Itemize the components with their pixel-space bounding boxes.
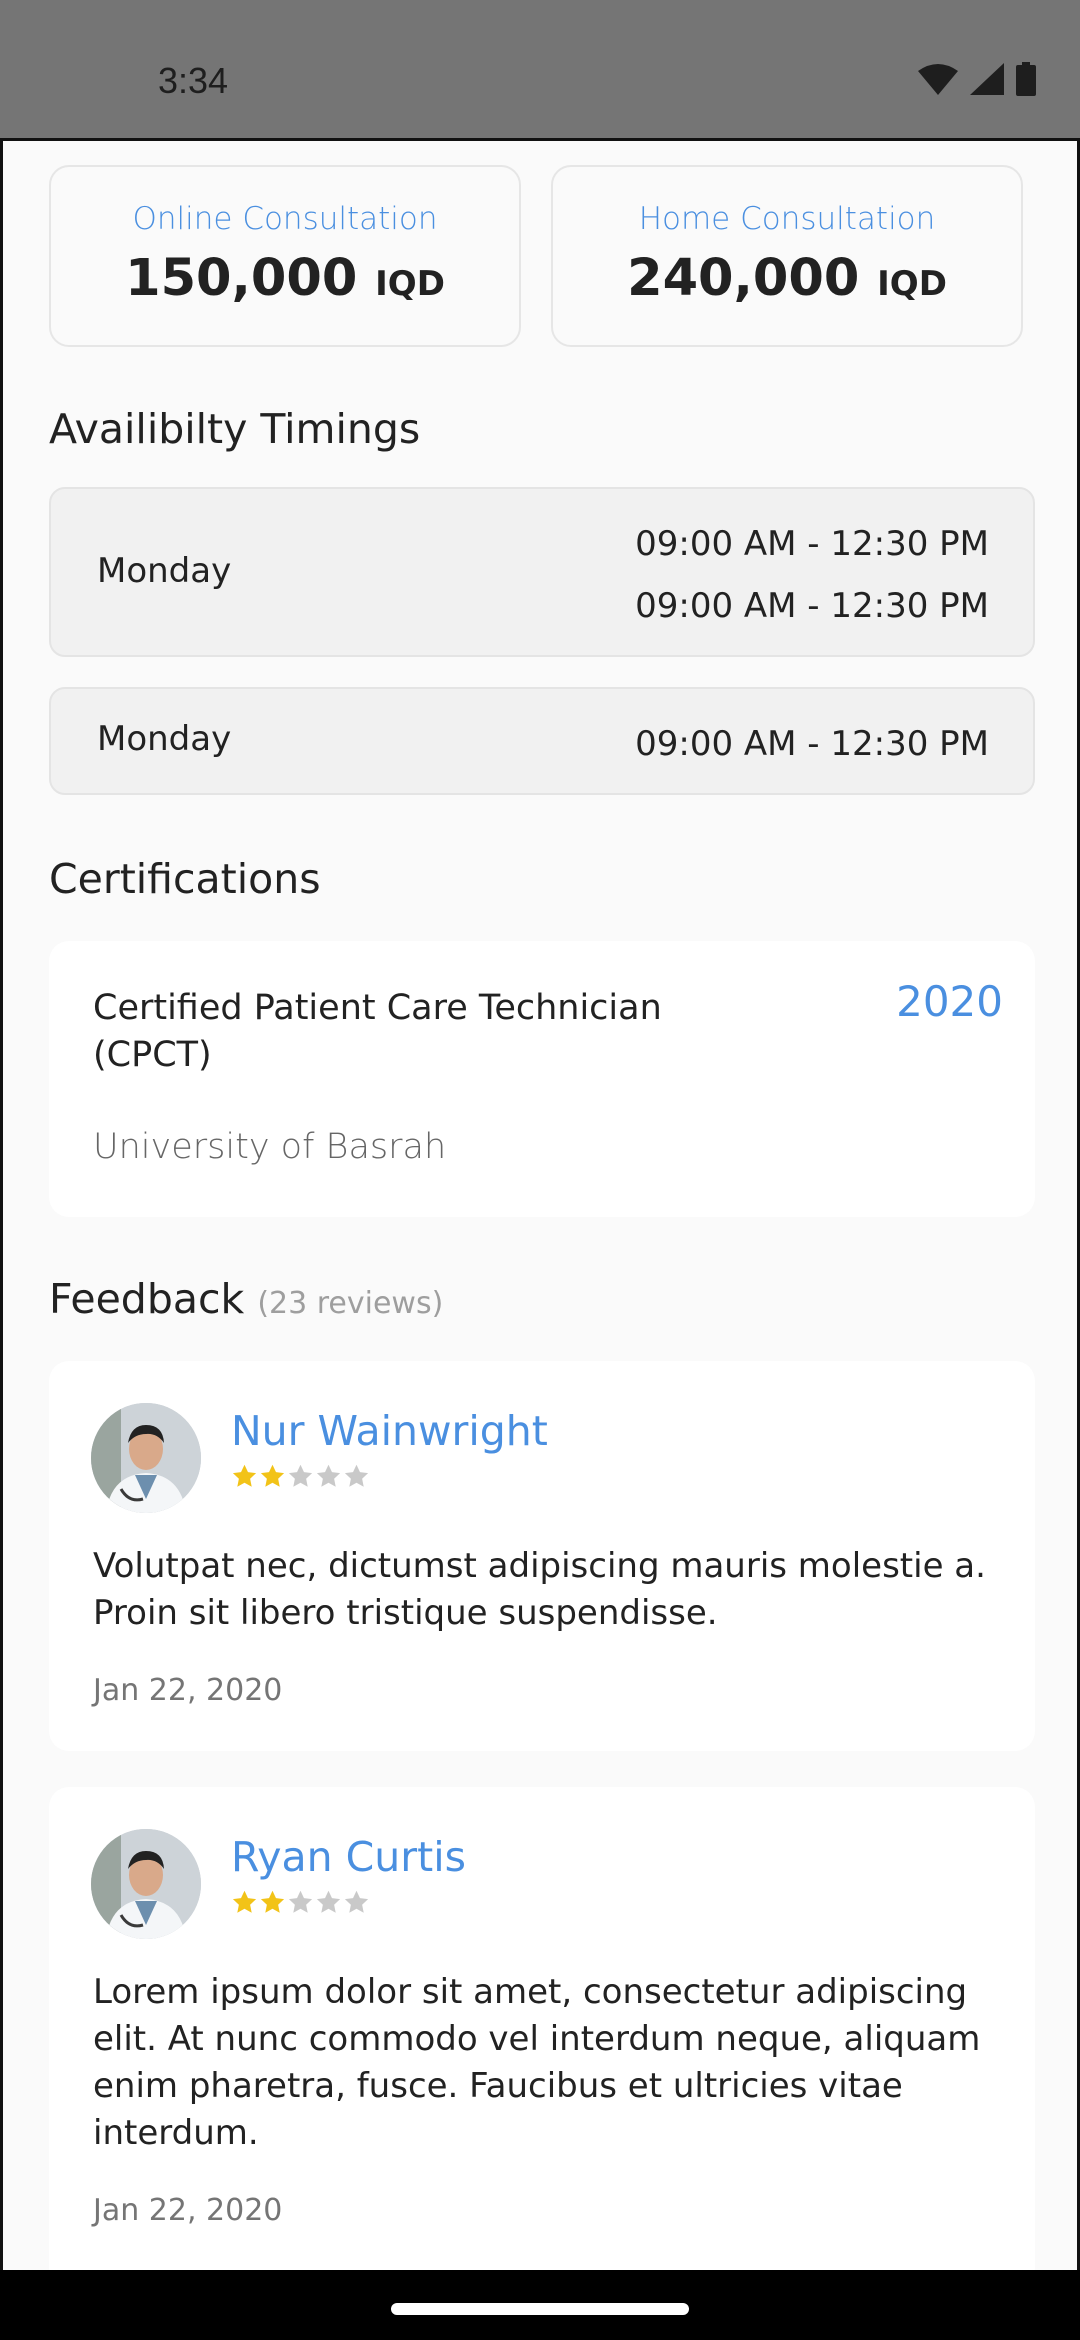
availability-title: Availibilty Timings (49, 405, 421, 453)
doctor-profile-screen[interactable]: Online Consultation 150,000 IQD Home Con… (0, 138, 1080, 2270)
certifications-title: Certifications (49, 855, 321, 903)
consultation-price: 150,000 IQD (125, 249, 445, 308)
availability-day: Monday (97, 551, 232, 591)
status-icons (918, 62, 1036, 96)
star-icon (316, 1464, 341, 1487)
rating-stars (231, 1463, 370, 1490)
reviewer-name[interactable]: Nur Wainwright (231, 1407, 548, 1455)
avatar[interactable] (91, 1403, 201, 1513)
availability-row: Monday 09:00 AM - 12:30 PM 09:00 AM - 12… (49, 487, 1035, 657)
time-slot: 09:00 AM - 12:30 PM (635, 524, 989, 564)
review-date: Jan 22, 2020 (93, 1673, 283, 1708)
star-icon (316, 1890, 341, 1913)
feedback-title-text: Feedback (49, 1275, 245, 1323)
time-slot: 09:00 AM - 12:30 PM (635, 724, 989, 764)
home-consultation-card[interactable]: Home Consultation 240,000 IQD (551, 165, 1023, 347)
consultation-price: 240,000 IQD (627, 249, 947, 308)
star-icon (260, 1890, 285, 1913)
consultation-type-label: Online Consultation (132, 201, 438, 237)
review-card: Ryan Curtis Lorem ipsum dolor sit amet, … (49, 1787, 1035, 2270)
consultation-type-label: Home Consultation (638, 201, 936, 237)
reviewer-name[interactable]: Ryan Curtis (231, 1833, 466, 1881)
avatar[interactable] (91, 1829, 201, 1939)
star-icon (260, 1464, 285, 1487)
certification-institution: University of Basrah (93, 1127, 447, 1167)
certification-name: Certified Patient Care Technician (CPCT) (93, 988, 662, 1075)
rating-stars (231, 1889, 370, 1916)
status-time: 3:34 (158, 60, 229, 101)
review-date: Jan 22, 2020 (93, 2193, 283, 2228)
availability-slots: 09:00 AM - 12:30 PM (635, 713, 989, 775)
review-text: Volutpat nec, dictumst adipiscing mauris… (93, 1546, 986, 1633)
availability-slots: 09:00 AM - 12:30 PM 09:00 AM - 12:30 PM (635, 513, 989, 637)
navigation-bar (0, 2270, 1080, 2340)
certification-card: Certified Patient Care Technician (CPCT)… (49, 941, 1035, 1217)
star-icon (344, 1464, 369, 1487)
time-slot: 09:00 AM - 12:30 PM (635, 586, 989, 626)
availability-row: Monday 09:00 AM - 12:30 PM (49, 687, 1035, 795)
star-icon (232, 1464, 257, 1487)
star-icon (288, 1890, 313, 1913)
availability-day: Monday (97, 719, 232, 759)
home-indicator[interactable] (391, 2303, 689, 2315)
review-card: Nur Wainwright Volutpat nec, dictumst ad… (49, 1361, 1035, 1751)
review-count: (23 reviews) (257, 1286, 444, 1321)
feedback-title: Feedback (23 reviews) (49, 1275, 443, 1323)
online-consultation-card[interactable]: Online Consultation 150,000 IQD (49, 165, 521, 347)
battery-icon (1016, 62, 1036, 96)
star-icon (344, 1890, 369, 1913)
wifi-icon (918, 64, 958, 95)
signal-icon (970, 63, 1004, 95)
star-icon (288, 1464, 313, 1487)
certification-year: 2020 (896, 977, 1003, 1026)
review-text: Lorem ipsum dolor sit amet, consectetur … (93, 1972, 981, 2153)
status-bar: 3:34 (0, 0, 1080, 138)
star-icon (232, 1890, 257, 1913)
